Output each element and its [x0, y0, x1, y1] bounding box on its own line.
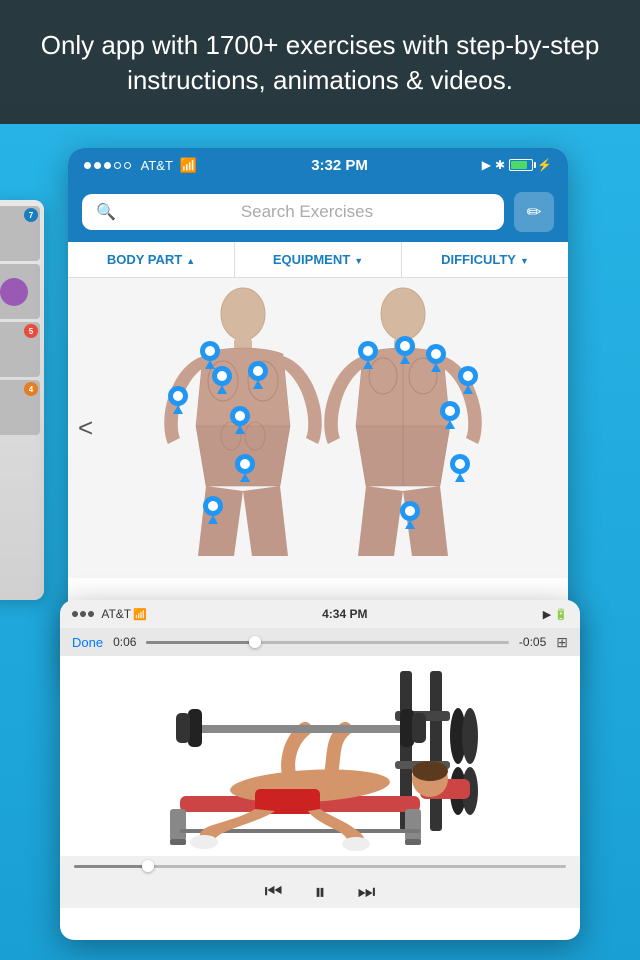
signal-dot [88, 611, 94, 617]
battery-icon [509, 159, 533, 171]
progress-thumb [249, 636, 261, 648]
back-arrow[interactable]: < [78, 413, 93, 444]
signal-dot [80, 611, 86, 617]
filter-label: BODY PART [107, 252, 182, 267]
bluetooth-icon: ✱ [495, 158, 505, 172]
forward-button[interactable]: ⏭ [358, 881, 376, 904]
search-icon: 🔍 [96, 202, 116, 222]
left-phone: 7 5 4 [0, 200, 44, 600]
filter-label: EQUIPMENT [273, 252, 350, 267]
bench-press-svg [90, 661, 550, 851]
main-progress-thumb [142, 860, 154, 872]
time-end: -0:05 [519, 635, 546, 649]
battery-icon: 🔋 [554, 609, 568, 621]
edit-button[interactable]: ✏ [514, 192, 554, 232]
signal-dot-empty [124, 162, 131, 169]
mini-badge: 4 [24, 382, 38, 396]
battery-fill [511, 161, 527, 169]
status-time: 3:32 PM [311, 157, 368, 174]
main-progress-fill [74, 865, 148, 868]
mini-list-item [0, 264, 40, 319]
video-time: 4:34 PM [322, 607, 367, 621]
arrow-down-icon [354, 252, 363, 267]
controls-progress-bar [60, 856, 580, 876]
time-start: 0:06 [113, 635, 136, 649]
filter-label: DIFFICULTY [441, 252, 516, 267]
signal-dot [94, 162, 101, 169]
wifi-icon: 📶 [180, 157, 197, 174]
filter-difficulty[interactable]: DIFFICULTY [402, 242, 568, 277]
anatomy-area: < [68, 278, 568, 578]
status-bar: AT&T 📶 3:32 PM ▶ ✱ ⚡ [68, 148, 568, 182]
search-placeholder: Search Exercises [124, 202, 490, 222]
arrow-down-icon [520, 252, 529, 267]
main-phone: AT&T 📶 3:32 PM ▶ ✱ ⚡ 🔍 Search Exercises … [68, 148, 568, 678]
wifi-icon: 📶 [133, 608, 147, 621]
location-icon: ▶ [543, 609, 551, 621]
video-status-right: ▶ 🔋 [543, 608, 568, 621]
done-button[interactable]: Done [72, 635, 103, 650]
carrier-label: AT&T [101, 607, 131, 621]
carrier-label: AT&T [141, 158, 173, 173]
charging-icon: ⚡ [537, 158, 552, 172]
search-area: 🔍 Search Exercises ✏ [68, 182, 568, 242]
video-controls: ⏮ ⏸ ⏭ [60, 856, 580, 908]
playback-buttons: ⏮ ⏸ ⏭ [264, 876, 375, 908]
status-right: ▶ ✱ ⚡ [482, 158, 552, 172]
pause-button[interactable]: ⏸ [314, 879, 325, 905]
search-row: 🔍 Search Exercises ✏ [82, 192, 554, 232]
top-banner: Only app with 1700+ exercises with step-… [0, 0, 640, 124]
signal-dot [72, 611, 78, 617]
video-progress-bar[interactable] [146, 641, 508, 644]
mini-badge: 5 [24, 324, 38, 338]
edit-icon: ✏ [526, 202, 541, 223]
status-left: AT&T 📶 [84, 157, 197, 174]
filter-row: BODY PART EQUIPMENT DIFFICULTY [68, 242, 568, 278]
search-input-wrap[interactable]: 🔍 Search Exercises [82, 194, 504, 230]
arrow-up-icon [186, 252, 195, 267]
signal-dot [84, 162, 91, 169]
mini-badge: 7 [24, 208, 38, 222]
filter-body-part[interactable]: BODY PART [68, 242, 235, 277]
video-status-bar: AT&T 📶 4:34 PM ▶ 🔋 [60, 600, 580, 628]
video-player-bar: Done 0:06 -0:05 ⊞ [60, 628, 580, 656]
signal-dot [104, 162, 111, 169]
main-progress-bar[interactable] [74, 865, 566, 868]
rewind-button[interactable]: ⏮ [264, 881, 282, 904]
anatomy-svg [98, 286, 538, 571]
signal-dot-empty [114, 162, 121, 169]
mini-circle [0, 278, 28, 306]
filter-equipment[interactable]: EQUIPMENT [235, 242, 402, 277]
video-content [60, 656, 580, 856]
banner-text: Only app with 1700+ exercises with step-… [40, 28, 600, 98]
mini-list-item: 7 [0, 206, 40, 261]
expand-icon[interactable]: ⊞ [556, 634, 568, 651]
mini-list-item: 4 [0, 380, 40, 435]
video-status-left: AT&T 📶 [72, 607, 147, 621]
mini-list-item: 5 [0, 322, 40, 377]
location-icon: ▶ [482, 158, 491, 172]
video-phone: AT&T 📶 4:34 PM ▶ 🔋 Done 0:06 -0:05 ⊞ [60, 600, 580, 940]
progress-fill [146, 641, 255, 644]
